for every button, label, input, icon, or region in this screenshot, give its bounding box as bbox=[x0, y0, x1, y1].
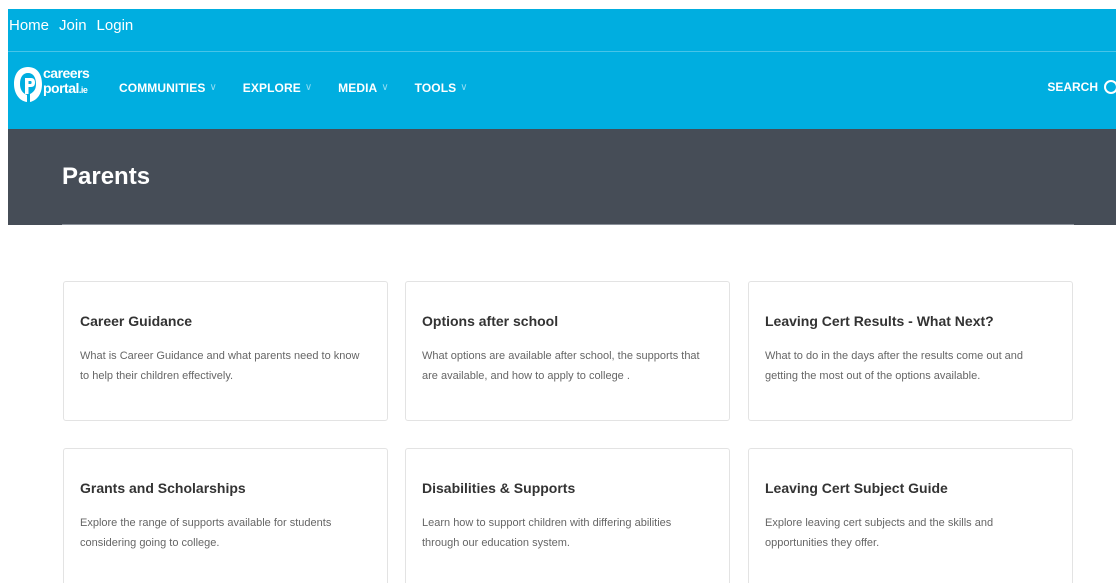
join-link[interactable]: Join bbox=[59, 16, 87, 40]
card-description: Explore leaving cert subjects and the sk… bbox=[765, 517, 994, 549]
card-description: Explore the range of supports available … bbox=[80, 517, 332, 549]
logo-suffix: .ie bbox=[78, 85, 88, 95]
nav-communities-label: COMMUNITIES bbox=[119, 81, 206, 95]
card-description: What is Career Guidance and what parents… bbox=[80, 350, 360, 382]
logo-word-portal: portal bbox=[43, 80, 79, 96]
careers-portal-logo[interactable]: careers portal.ie bbox=[12, 64, 102, 104]
search-icon bbox=[1102, 79, 1116, 95]
card-grants-scholarships[interactable]: Grants and Scholarships Explore the rang… bbox=[63, 448, 388, 583]
card-options-after-school[interactable]: Options after school What options are av… bbox=[405, 281, 730, 421]
search-button[interactable]: SEARCH bbox=[1047, 79, 1116, 95]
nav-communities[interactable]: COMMUNITIES ∨ bbox=[119, 81, 217, 95]
card-title: Grants and Scholarships bbox=[80, 480, 246, 496]
card-title: Leaving Cert Results - What Next? bbox=[765, 313, 994, 329]
card-leaving-cert-subject-guide[interactable]: Leaving Cert Subject Guide Explore leavi… bbox=[748, 448, 1073, 583]
card-description: What to do in the days after the results… bbox=[765, 350, 1024, 382]
card-career-guidance[interactable]: Career Guidance What is Career Guidance … bbox=[63, 281, 388, 421]
nav-tools-label: TOOLS bbox=[414, 81, 457, 95]
nav-explore-label: EXPLORE bbox=[242, 81, 301, 95]
card-description: Learn how to support children with diffe… bbox=[422, 517, 672, 549]
login-link[interactable]: Login bbox=[97, 16, 134, 40]
page-hero: Parents bbox=[8, 129, 1116, 225]
nav-tools[interactable]: TOOLS ∨ bbox=[415, 81, 468, 95]
card-description: What options are available after school,… bbox=[422, 350, 700, 382]
site-header: Home Join Login careers portal.ie COMMUN… bbox=[8, 9, 1116, 129]
logo-wordmark: careers portal.ie bbox=[43, 65, 90, 98]
search-label: SEARCH bbox=[1047, 80, 1098, 94]
card-leaving-cert-results[interactable]: Leaving Cert Results - What Next? What t… bbox=[748, 281, 1073, 421]
chevron-down-icon: ∨ bbox=[209, 82, 217, 93]
nav-media[interactable]: MEDIA ∨ bbox=[338, 81, 389, 95]
logo-line-2: portal.ie bbox=[43, 81, 89, 98]
nav-explore[interactable]: EXPLORE ∨ bbox=[243, 81, 312, 95]
card-title: Career Guidance bbox=[80, 313, 193, 329]
home-link[interactable]: Home bbox=[9, 16, 49, 40]
logo-mark-icon bbox=[14, 67, 42, 102]
header-divider bbox=[8, 51, 1116, 52]
hero-divider bbox=[62, 224, 1074, 225]
card-title: Options after school bbox=[422, 313, 559, 329]
chevron-down-icon: ∨ bbox=[381, 82, 389, 93]
card-title: Disabilities & Supports bbox=[422, 480, 576, 496]
top-links: Home Join Login bbox=[9, 16, 133, 40]
main-nav: COMMUNITIES ∨ EXPLORE ∨ MEDIA ∨ TOOLS ∨ bbox=[119, 81, 468, 95]
card-disabilities-supports[interactable]: Disabilities & Supports Learn how to sup… bbox=[405, 448, 730, 583]
chevron-down-icon: ∨ bbox=[304, 82, 313, 93]
card-title: Leaving Cert Subject Guide bbox=[765, 480, 948, 496]
nav-media-label: MEDIA bbox=[338, 81, 378, 95]
chevron-down-icon: ∨ bbox=[460, 82, 468, 93]
page-title: Parents bbox=[62, 163, 151, 190]
logo-line-1: careers bbox=[43, 65, 90, 81]
